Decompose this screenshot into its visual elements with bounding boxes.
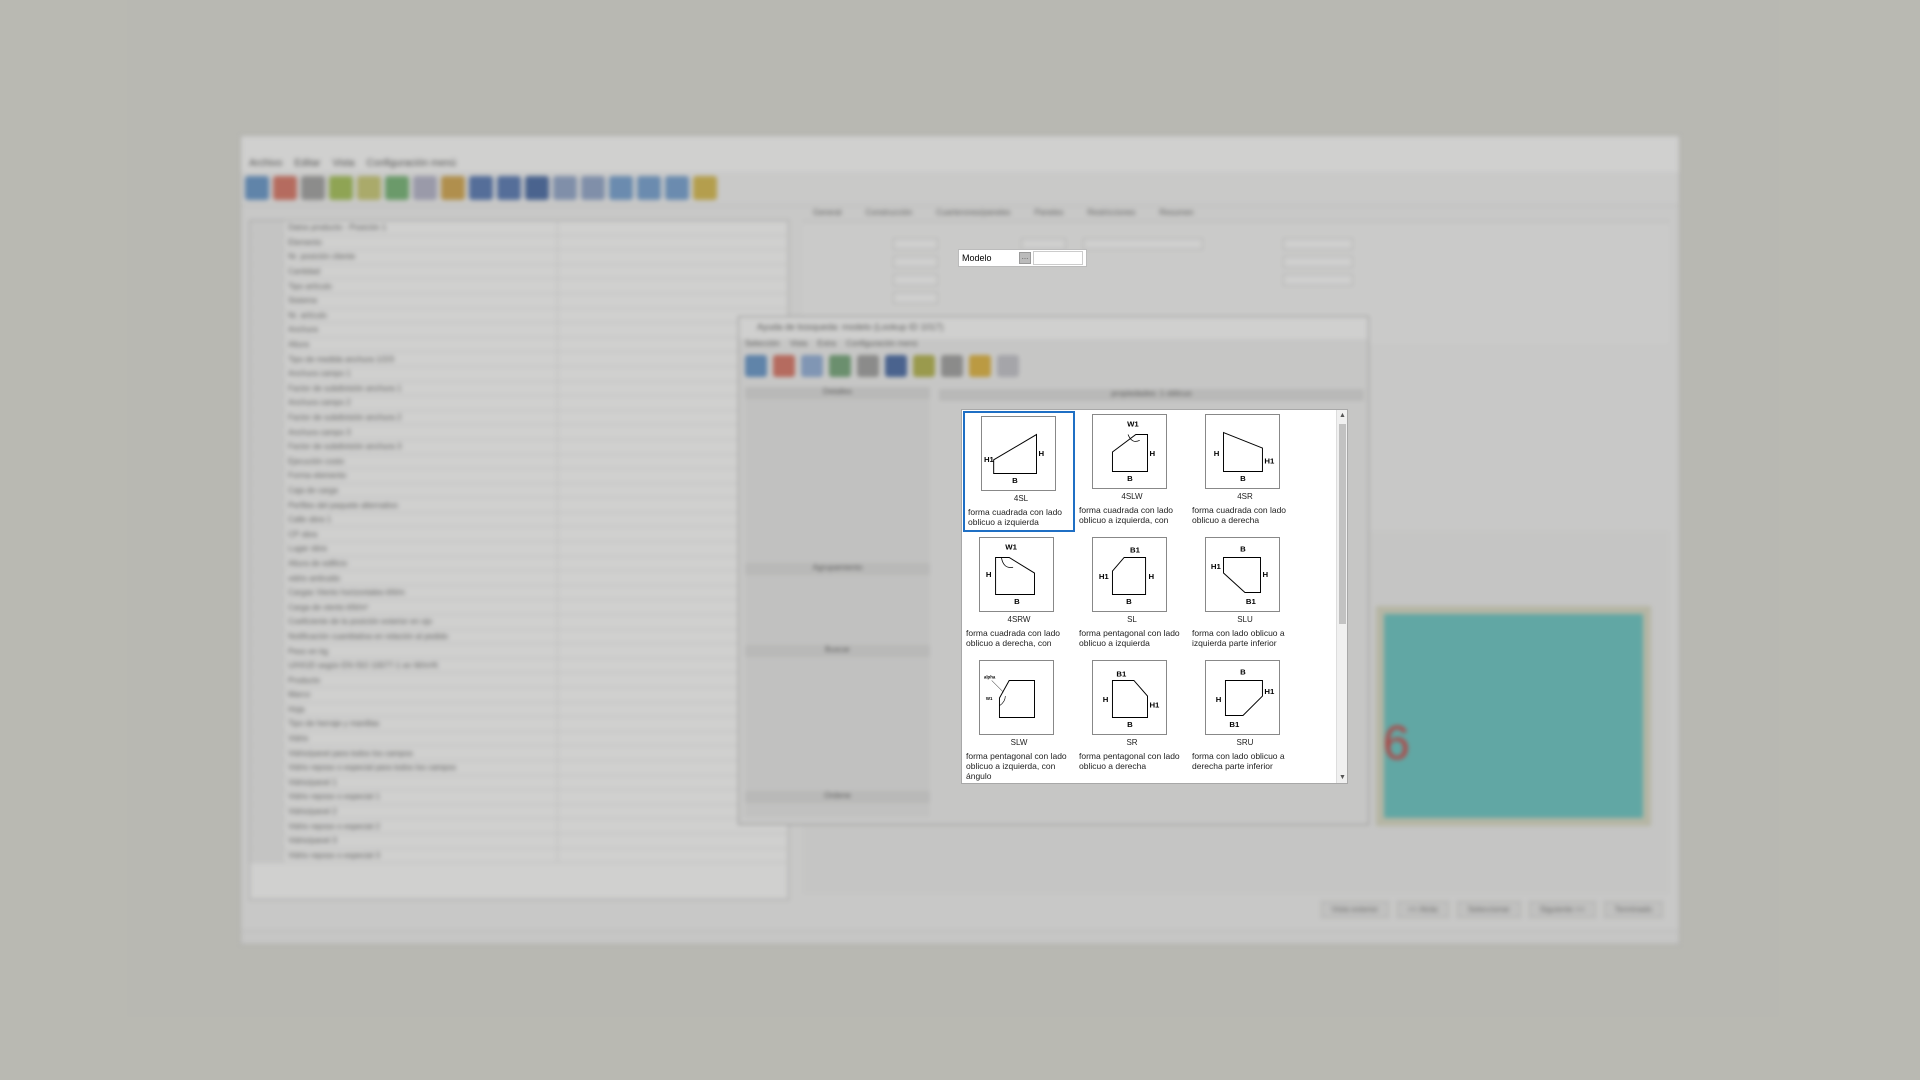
dim-label: W1	[1005, 543, 1017, 552]
dim-label: H	[1149, 449, 1155, 458]
modelo-input[interactable]	[1033, 251, 1083, 265]
lookup-button[interactable]: …	[1019, 252, 1031, 264]
dim-label: H1	[984, 455, 995, 464]
shape-code: SLU	[1237, 615, 1253, 624]
dim-label: H	[986, 570, 992, 579]
dim-label: B1	[1116, 670, 1127, 679]
dim-label: B	[1012, 476, 1018, 485]
dim-label: W1	[1127, 420, 1139, 429]
shape-description: forma con lado oblicuo a izquierda parte…	[1192, 628, 1285, 648]
dim-label: H1	[1099, 572, 1110, 581]
dim-label: B	[1127, 720, 1133, 729]
shape-code: SL	[1127, 615, 1137, 624]
dim-label: B	[1014, 597, 1020, 606]
scroll-thumb[interactable]	[1339, 424, 1346, 624]
shape-code: 4SRW	[1007, 615, 1031, 624]
shape-code: SLW	[1010, 738, 1028, 747]
shape-tile-sr[interactable]: B1 H H1 B SR forma pentagonal con lado o…	[1076, 657, 1188, 778]
shape-description: forma pentagonal con lado oblicuo a izqu…	[1079, 628, 1180, 648]
shape-tile-slu[interactable]: B H1 H B1 SLU forma con lado oblicuo a i…	[1189, 534, 1301, 655]
shape-thumbnail: B1 H1 H B	[1092, 537, 1167, 612]
dim-label: B	[1240, 668, 1246, 677]
shape-tile-4srw[interactable]: W1 H B 4SRW forma cuadrada con lado obli…	[963, 534, 1075, 655]
shape-description: forma cuadrada con lado oblicuo a derech…	[966, 628, 1061, 648]
scroll-down-icon[interactable]: ▼	[1338, 773, 1347, 782]
shape-code: SRU	[1236, 738, 1254, 747]
dim-label: B1	[1246, 597, 1257, 606]
dim-label: H	[1103, 695, 1109, 704]
modelo-field: Modelo …	[958, 249, 1087, 267]
shape-description: forma cuadrada con lado oblicuo a izquie…	[1079, 505, 1174, 525]
shape-code: 4SLW	[1121, 492, 1143, 501]
shape-thumbnail: B1 H H1 B	[1092, 660, 1167, 735]
dim-label: B1	[1229, 720, 1240, 729]
shape-tile-sru[interactable]: B H H1 B1 SRU forma con lado oblicuo a d…	[1189, 657, 1301, 778]
shape-tile-sl[interactable]: B1 H1 H B SL forma pentagonal con lado o…	[1076, 534, 1188, 655]
shape-code: 4SR	[1237, 492, 1253, 501]
shape-description: forma cuadrada con lado oblicuo a izquie…	[968, 507, 1063, 527]
shape-tile-4sr[interactable]: H H1 B 4SR forma cuadrada con lado oblic…	[1189, 411, 1301, 532]
shape-code: 4SL	[1013, 494, 1029, 503]
dim-label: H1	[1149, 701, 1160, 710]
dim-label: B	[1126, 597, 1132, 606]
shape-thumbnail: H1 H B	[981, 416, 1056, 491]
dim-label: B1	[1130, 546, 1141, 555]
shape-description: forma cuadrada con lado oblicuo a derech…	[1192, 505, 1287, 525]
dim-label: H	[1214, 449, 1220, 458]
shape-thumbnail: W1 H B	[979, 537, 1054, 612]
shape-thumbnail: B H H1 B1	[1205, 660, 1280, 735]
dim-label: H1	[1264, 687, 1275, 696]
dimming-overlay	[0, 0, 1920, 1080]
shape-code: SR	[1126, 738, 1138, 747]
shape-description: forma con lado oblicuo a derecha parte i…	[1192, 751, 1285, 771]
shape-description: forma pentagonal con lado oblicuo a izqu…	[966, 751, 1067, 781]
dim-label: B	[1127, 474, 1133, 483]
shape-gallery: H1 H B 4SL forma cuadrada con lado oblic…	[961, 409, 1348, 784]
shape-thumbnail: H H1 B	[1205, 414, 1280, 489]
dim-label: H1	[1264, 457, 1275, 466]
dim-label: B	[1240, 545, 1246, 554]
dim-label: B	[1240, 474, 1246, 483]
shape-thumbnail: B H1 H B1	[1205, 537, 1280, 612]
shape-thumbnail: W1 H B	[1092, 414, 1167, 489]
modelo-label: Modelo	[962, 253, 992, 263]
shape-tile-slw[interactable]: alpha W1 SLW forma pentagonal con lado o…	[963, 657, 1075, 781]
shape-tile-4slw[interactable]: W1 H B 4SLW forma cuadrada con lado obli…	[1076, 411, 1188, 532]
shape-thumbnail: alpha W1	[979, 660, 1054, 735]
dim-label: H	[1216, 695, 1222, 704]
dim-label: H1	[1211, 562, 1222, 571]
dim-label: W1	[986, 696, 993, 701]
dim-label: H	[1262, 570, 1268, 579]
shape-tile-4sl[interactable]: H1 H B 4SL forma cuadrada con lado oblic…	[963, 411, 1075, 532]
dim-label: H	[1148, 572, 1154, 581]
gallery-scrollbar[interactable]: ▲ ▼	[1336, 410, 1347, 783]
shape-description: forma pentagonal con lado oblicuo a dere…	[1079, 751, 1180, 771]
scroll-up-icon[interactable]: ▲	[1338, 411, 1347, 420]
dim-label: alpha	[984, 675, 996, 680]
dim-label: H	[1038, 449, 1044, 458]
